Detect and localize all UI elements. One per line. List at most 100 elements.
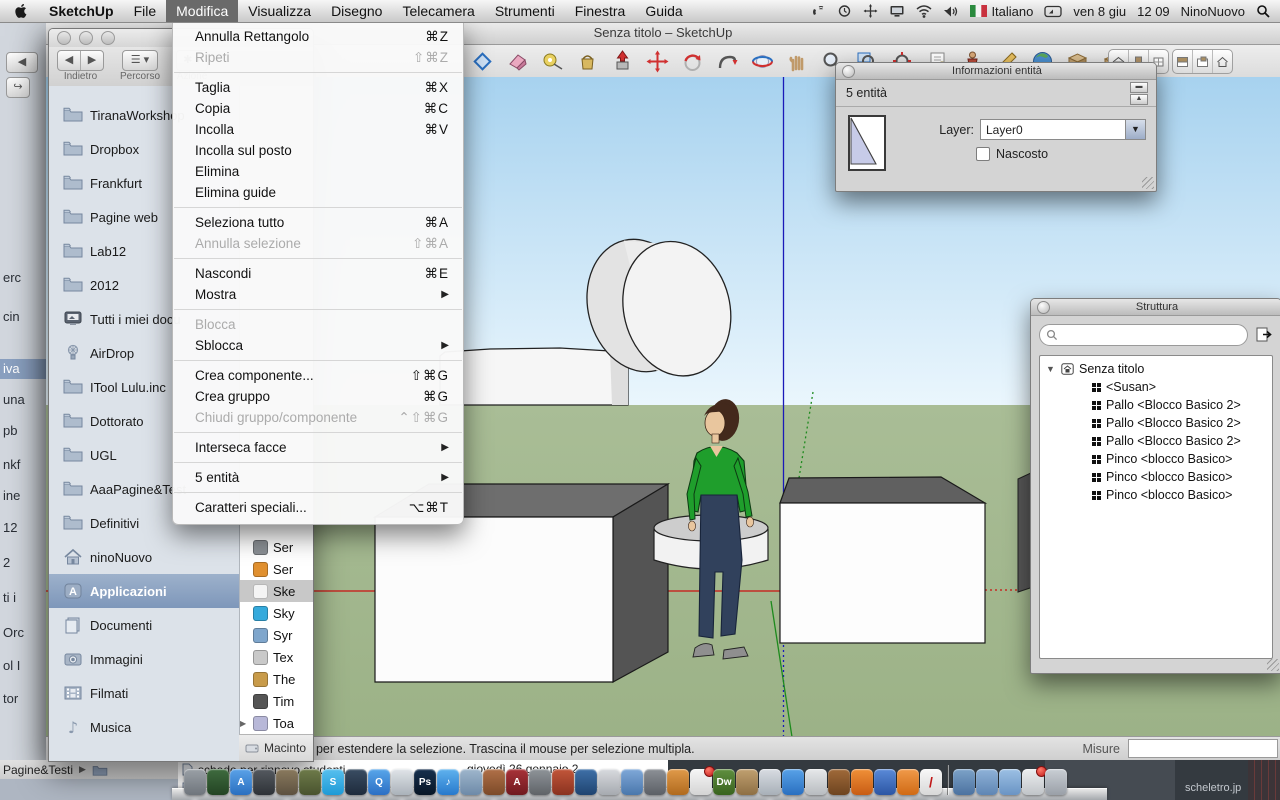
dock-icon-fox[interactable] (828, 769, 850, 795)
display-status-icon[interactable] (889, 4, 905, 18)
layer-dropdown[interactable]: Layer0 ▼ (980, 119, 1146, 140)
back-icon[interactable]: ◀ (58, 51, 80, 70)
file-row-tex[interactable]: Tex (240, 646, 313, 668)
spotlight-icon[interactable] (1256, 4, 1270, 18)
select-tool-icon[interactable] (468, 48, 496, 74)
menu-item-interseca-facce[interactable]: Interseca facce▶ (173, 437, 463, 458)
zoom-button[interactable] (101, 31, 115, 45)
menu-item-incolla[interactable]: Incolla⌘V (173, 119, 463, 140)
dock-icon-folder-box[interactable] (999, 769, 1021, 795)
menu-item-elimina[interactable]: Elimina (173, 161, 463, 182)
file-row-sky[interactable]: Sky (240, 602, 313, 624)
outliner-root[interactable]: ▼Senza titolo (1040, 360, 1272, 378)
hidden-checkbox[interactable] (976, 147, 990, 161)
file-row-toa[interactable]: ▶Toa (240, 712, 313, 734)
menu-item-5-entit-[interactable]: 5 entità▶ (173, 467, 463, 488)
sidebar-item-documenti[interactable]: Documenti (49, 608, 239, 642)
box-top-button[interactable] (1173, 50, 1193, 73)
desktop-file-label[interactable]: scheletro.jp (1185, 782, 1241, 794)
file-row-the[interactable]: The (240, 668, 313, 690)
menu-file[interactable]: File (124, 0, 167, 22)
disclosure-triangle-icon[interactable]: ▼ (1046, 364, 1056, 374)
resize-grip[interactable] (1267, 659, 1279, 671)
dock-icon-app-store[interactable]: A (230, 769, 252, 795)
panel-shade-control[interactable]: ▬▲ (1130, 82, 1148, 105)
volume-status-icon[interactable] (943, 5, 959, 18)
outliner-item[interactable]: Pinco <blocco Basico> (1040, 468, 1272, 486)
menu-modifica[interactable]: Modifica (166, 0, 238, 22)
file-row-syr[interactable]: Syr (240, 624, 313, 646)
dock-icon-photoshop[interactable]: Ps (414, 769, 436, 795)
dock-icon-swirl[interactable] (874, 769, 896, 795)
house-outline-button[interactable] (1213, 50, 1232, 73)
menu-item-copia[interactable]: Copia⌘C (173, 98, 463, 119)
menubar-clock[interactable]: 12 09 (1137, 4, 1170, 19)
box-page-button[interactable] (1193, 50, 1213, 73)
time-machine-icon[interactable] (837, 4, 852, 18)
dropdown-arrow-icon[interactable]: ▼ (1125, 120, 1145, 139)
forward-icon[interactable]: ▶ (80, 51, 103, 70)
dock-icon-utility[interactable] (184, 769, 206, 795)
measure-input[interactable] (1128, 739, 1278, 758)
menu-item-crea-gruppo[interactable]: Crea gruppo⌘G (173, 386, 463, 407)
eraser-tool-icon[interactable] (503, 48, 531, 74)
followme-tool-icon[interactable] (713, 48, 741, 74)
file-row-ser[interactable]: Ser (240, 536, 313, 558)
dock-icon-dashboard[interactable] (253, 769, 275, 795)
outliner-search-input[interactable] (1039, 324, 1248, 346)
phone-status-icon[interactable] (811, 4, 826, 18)
back-forward-control[interactable]: ◀▶ Indietro (57, 50, 104, 82)
outliner-item[interactable]: <Susan> (1040, 378, 1272, 396)
menu-item-incolla-sul-posto[interactable]: Incolla sul posto (173, 140, 463, 161)
menu-item-sblocca[interactable]: Sblocca▶ (173, 335, 463, 356)
user-switch-icon[interactable] (1044, 5, 1062, 18)
path-bar[interactable]: Pagine&Testi ▶ (0, 760, 182, 779)
dock-icon-quicktime[interactable]: Q (368, 769, 390, 795)
disclosure-triangle[interactable]: ▶ (240, 719, 248, 728)
dock-icon-folder-docs[interactable] (976, 769, 998, 795)
menu-item-taglia[interactable]: Taglia⌘X (173, 77, 463, 98)
dock-icon-gear[interactable] (529, 769, 551, 795)
dock-icon-firefox[interactable] (851, 769, 873, 795)
menu-visualizza[interactable]: Visualizza (238, 0, 321, 22)
menu-disegno[interactable]: Disegno (321, 0, 392, 22)
dock-icon-safari[interactable] (782, 769, 804, 795)
sidebar-item-musica[interactable]: ♪Musica (49, 710, 239, 744)
menu-item-annulla-rettangolo[interactable]: Annulla Rettangolo⌘Z (173, 26, 463, 47)
menu-item-seleziona-tutto[interactable]: Seleziona tutto⌘A (173, 212, 463, 233)
dock-icon-sketchup[interactable]: / (920, 769, 942, 795)
dock-icon-excel[interactable] (207, 769, 229, 795)
dock-icon-skype[interactable]: S (322, 769, 344, 795)
dock-icon-globe-app[interactable] (575, 769, 597, 795)
menu-item-elimina-guide[interactable]: Elimina guide (173, 182, 463, 203)
details-button[interactable] (1255, 326, 1273, 344)
pan-tool-icon[interactable] (783, 48, 811, 74)
outliner-item[interactable]: Pinco <blocco Basico> (1040, 486, 1272, 504)
dock-icon-mail[interactable] (460, 769, 482, 795)
dock-icon-cards[interactable] (1022, 769, 1044, 795)
outliner-item[interactable]: Pallo <Blocco Basico 2> (1040, 414, 1272, 432)
file-row-ske[interactable]: Ske (240, 580, 313, 602)
action-button-fragment[interactable]: ↪ (6, 77, 30, 98)
sidebar-item-ninonuovo[interactable]: ninoNuovo (49, 540, 239, 574)
move-tool-icon[interactable] (643, 48, 671, 74)
menu-item-crea-componente-[interactable]: Crea componente...⇧⌘G (173, 365, 463, 386)
path-control[interactable]: ☰ ▾ Percorso (120, 50, 160, 82)
resize-grip[interactable] (1142, 177, 1154, 189)
orbit-tool-icon[interactable] (748, 48, 776, 74)
dock-icon-sketch-app[interactable] (598, 769, 620, 795)
dock-icon-pen[interactable] (644, 769, 666, 795)
rotate-tool-icon[interactable] (678, 48, 706, 74)
file-row-tim[interactable]: Tim (240, 690, 313, 712)
pushpull-tool-icon[interactable] (608, 48, 636, 74)
path-menu-icon[interactable]: ☰ ▾ (123, 51, 157, 70)
dock-icon-dreamweaver[interactable]: Dw (713, 769, 735, 795)
close-icon[interactable] (842, 65, 855, 78)
menu-sketchup[interactable]: SketchUp (39, 0, 124, 22)
dock-icon-book[interactable] (736, 769, 758, 795)
close-button[interactable] (57, 31, 71, 45)
menu-item-caratteri-speciali-[interactable]: Caratteri speciali...⌥⌘T (173, 497, 463, 518)
menubar-date[interactable]: ven 8 giu (1073, 4, 1126, 19)
dock-icon-aperture[interactable] (552, 769, 574, 795)
dock-icon-word[interactable] (621, 769, 643, 795)
